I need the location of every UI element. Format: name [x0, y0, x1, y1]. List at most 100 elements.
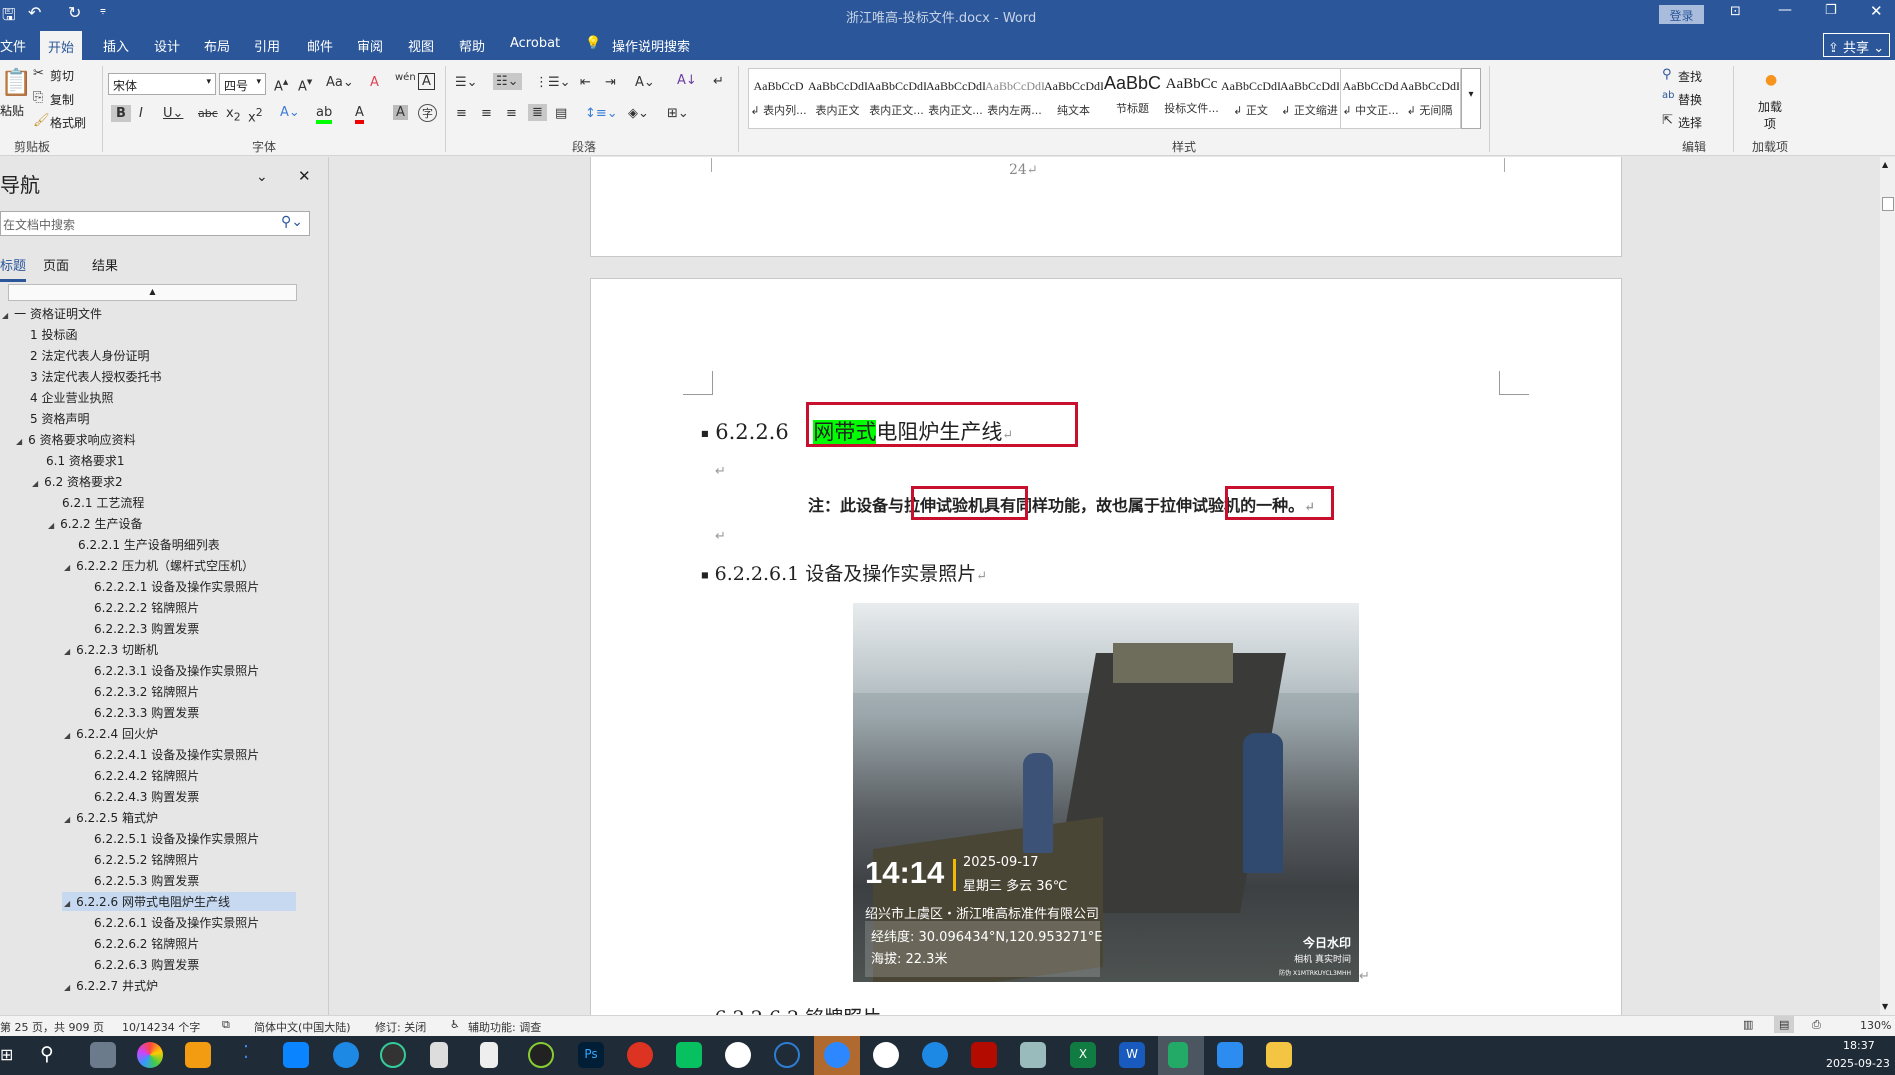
align-right-icon[interactable]: ≡	[506, 106, 517, 121]
file-icon[interactable]	[480, 1042, 498, 1068]
track-changes-status[interactable]: 修订: 关闭	[375, 1019, 426, 1035]
proofing-icon[interactable]: ⧉	[222, 1018, 230, 1032]
grow-font-icon[interactable]: A▴	[274, 75, 288, 94]
photoshop-icon[interactable]: Ps	[578, 1042, 604, 1068]
login-button[interactable]: 登录	[1659, 5, 1704, 24]
phonetic-guide-icon[interactable]: wén	[395, 72, 416, 83]
clock-date[interactable]: 2025-09-23	[1826, 1057, 1890, 1070]
nav-heading-item[interactable]: 6.2.2.5.3 购置发票	[78, 871, 201, 890]
scroll-down-arrow[interactable]: ▼	[1882, 1002, 1888, 1011]
search-icon[interactable]: ⚲	[40, 1043, 54, 1065]
borders-icon[interactable]: ⊞⌄	[667, 106, 689, 121]
app-icon[interactable]	[627, 1042, 653, 1068]
app-icon[interactable]	[283, 1042, 309, 1068]
char-border-icon[interactable]: A	[418, 73, 435, 90]
ribbon-display-icon[interactable]: ⊡	[1730, 4, 1741, 19]
nav-heading-item[interactable]: 6.2.2.1 生产设备明细列表	[62, 535, 222, 554]
expand-triangle-icon[interactable]: ◢	[2, 311, 8, 320]
app-icon[interactable]	[922, 1042, 948, 1068]
app-icon[interactable]	[824, 1042, 850, 1068]
style-item[interactable]: AaBbCc 投标文件...	[1162, 69, 1221, 128]
underline-button[interactable]: U⌄	[163, 106, 183, 121]
excel-icon[interactable]: X	[1070, 1042, 1096, 1068]
expand-triangle-icon[interactable]: ◢	[64, 563, 70, 572]
maximize-button[interactable]: ❐	[1825, 3, 1837, 18]
nav-heading-item[interactable]: 6.2.2.2.1 设备及操作实景照片	[78, 577, 261, 596]
expand-triangle-icon[interactable]: ◢	[32, 479, 38, 488]
enclose-char-icon[interactable]: 字	[418, 104, 437, 122]
nav-heading-item[interactable]: 3 法定代表人授权委托书	[14, 367, 163, 386]
style-item[interactable]: AaBbCcDd ↲ 中文正...	[1341, 69, 1400, 128]
paste-icon[interactable]: 📋	[0, 68, 32, 98]
nav-heading-item[interactable]: 5 资格声明	[14, 409, 91, 428]
replace-button[interactable]: 替换	[1678, 91, 1702, 108]
app-icon[interactable]	[873, 1042, 899, 1068]
tab-headings[interactable]: 标题	[0, 255, 27, 282]
expand-triangle-icon[interactable]: ◢	[16, 437, 22, 446]
decrease-indent-icon[interactable]: ⇤	[580, 75, 591, 90]
font-color-icon[interactable]: A	[355, 105, 364, 124]
expand-triangle-icon[interactable]: ◢	[64, 983, 70, 992]
nav-heading-item[interactable]: 6.2.2.3.2 铭牌照片	[78, 682, 201, 701]
chinese-layout-icon[interactable]: A⌄	[635, 75, 655, 90]
search-icon[interactable]: ⚲⌄	[281, 214, 303, 230]
app-icon[interactable]	[380, 1042, 406, 1068]
copy-button[interactable]: 复制	[50, 91, 74, 108]
app-icon[interactable]	[774, 1042, 800, 1068]
clock-time[interactable]: 18:37	[1843, 1039, 1875, 1052]
folder-icon[interactable]	[1266, 1042, 1292, 1068]
tab-view[interactable]: 视图	[408, 36, 434, 55]
font-size-select[interactable]: 四号 ▾	[219, 73, 266, 95]
nav-heading-item[interactable]: 6.2.2.2.3 购置发票	[78, 619, 201, 638]
style-item[interactable]: AaBbCcDdI 纯文本	[1044, 69, 1103, 128]
nav-heading-item[interactable]: ◢ 6.2 资格要求2	[30, 472, 125, 491]
nav-heading-item[interactable]: 6.2.2.4.3 购置发票	[78, 787, 201, 806]
accessibility-status[interactable]: 辅助功能: 调查	[468, 1019, 541, 1035]
bullets-icon[interactable]: ☰⌄	[455, 75, 478, 90]
nav-heading-item[interactable]: 6.2.2.3.1 设备及操作实景照片	[78, 661, 261, 680]
scroll-up-arrow[interactable]: ▲	[1882, 160, 1888, 169]
file-icon[interactable]	[430, 1042, 448, 1068]
share-button[interactable]: ⇪ 共享 ⌄	[1823, 33, 1890, 57]
qq-icon[interactable]	[725, 1042, 751, 1068]
web-layout-icon[interactable]: ⎙	[1812, 1018, 1821, 1032]
nav-heading-item[interactable]: 6.2.2.4.1 设备及操作实景照片	[78, 745, 261, 764]
expand-triangle-icon[interactable]: ◢	[48, 521, 54, 530]
multilevel-list-icon[interactable]: ⋮☰⌄	[535, 75, 571, 90]
nav-heading-item[interactable]: 4 企业营业执照	[14, 388, 115, 407]
tab-review[interactable]: 审阅	[357, 36, 383, 55]
italic-button[interactable]: I	[139, 106, 143, 121]
style-item[interactable]: AaBbCcDdI ↲ 正文	[1221, 69, 1280, 128]
shrink-font-icon[interactable]: A▾	[298, 75, 312, 94]
char-shading-icon[interactable]: A	[393, 105, 408, 120]
tab-file[interactable]: 文件	[0, 36, 26, 55]
vertical-scrollbar[interactable]: ▲ ▼	[1880, 157, 1895, 1015]
app-icon[interactable]	[185, 1042, 211, 1068]
app-icon[interactable]	[528, 1042, 554, 1068]
acrobat-icon[interactable]	[971, 1042, 997, 1068]
app-icon[interactable]	[1020, 1042, 1046, 1068]
app-icon[interactable]	[1217, 1042, 1243, 1068]
collapse-all-button[interactable]: ▲	[8, 284, 297, 301]
nav-heading-item[interactable]: 6.2.2.6.3 购置发票	[78, 955, 201, 974]
nav-heading-item[interactable]: 6.2.2.6.1 设备及操作实景照片	[78, 913, 261, 932]
style-item[interactable]: AaBbC 节标题	[1103, 69, 1162, 128]
nav-heading-item[interactable]: ◢ 6.2.2.3 切断机	[62, 640, 160, 659]
style-item[interactable]: AaBbCcDdI 表内正文...	[926, 69, 985, 128]
style-item[interactable]: AaBbCcD ↲ 表内列...	[749, 69, 808, 128]
format-painter-button[interactable]: 格式刷	[50, 114, 86, 131]
undo-icon[interactable]: ↶	[28, 3, 41, 22]
tab-acrobat[interactable]: Acrobat	[510, 36, 560, 51]
calculator-icon[interactable]	[90, 1042, 116, 1068]
increase-indent-icon[interactable]: ⇥	[605, 75, 616, 90]
font-name-select[interactable]: 宋体 ▾	[108, 73, 216, 95]
page-count[interactable]: 第 25 页，共 909 页	[0, 1019, 104, 1035]
expand-triangle-icon[interactable]: ◢	[64, 815, 70, 824]
style-item[interactable]: AaBbCcDdEe 表内左两...	[985, 69, 1044, 128]
read-mode-icon[interactable]: ▥	[1743, 1018, 1753, 1031]
style-item[interactable]: AaBbCcDdI 表内正文...	[867, 69, 926, 128]
nav-close-icon[interactable]: ✕	[298, 167, 311, 185]
nav-heading-item[interactable]: 6.2.2.4.2 铭牌照片	[78, 766, 201, 785]
tab-insert[interactable]: 插入	[103, 36, 129, 55]
superscript-button[interactable]: x2	[248, 106, 263, 125]
